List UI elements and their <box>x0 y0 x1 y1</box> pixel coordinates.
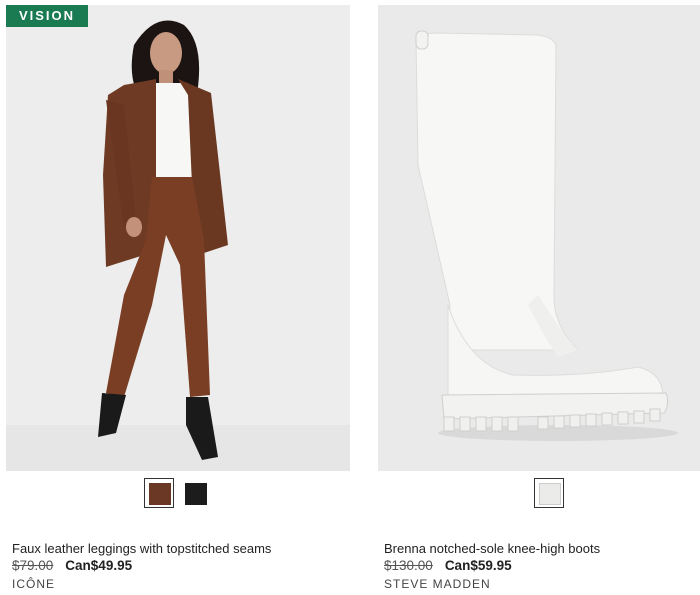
sale-price: Can$59.95 <box>444 558 512 573</box>
sale-price: Can$49.95 <box>65 558 133 573</box>
swatch-chip <box>539 483 561 505</box>
brand-name[interactable]: ICÔNE <box>12 577 55 591</box>
swatch-brown[interactable] <box>144 478 174 508</box>
boot-photo <box>378 5 700 471</box>
brand-name[interactable]: STEVE MADDEN <box>384 577 491 591</box>
product-name[interactable]: Faux leather leggings with topstitched s… <box>12 541 271 556</box>
price-row: $130.00 Can$59.95 <box>384 558 512 573</box>
model-photo <box>6 5 350 471</box>
color-swatches <box>378 478 700 512</box>
product-name[interactable]: Brenna notched-sole knee-high boots <box>384 541 600 556</box>
swatch-chip <box>149 483 171 505</box>
swatch-chip <box>185 483 207 505</box>
product-grid: VISION Faux leather leggings with topsti… <box>0 0 700 595</box>
price-row: $79.00 Can$49.95 <box>12 558 132 573</box>
swatch-black[interactable] <box>180 478 210 508</box>
product-image-boots[interactable] <box>378 5 700 471</box>
vision-badge: VISION <box>6 5 88 27</box>
color-swatches <box>6 478 350 512</box>
product-image-leggings[interactable]: VISION <box>6 5 350 471</box>
original-price: $79.00 <box>12 558 54 573</box>
swatch-white[interactable] <box>534 478 564 508</box>
original-price: $130.00 <box>384 558 433 573</box>
